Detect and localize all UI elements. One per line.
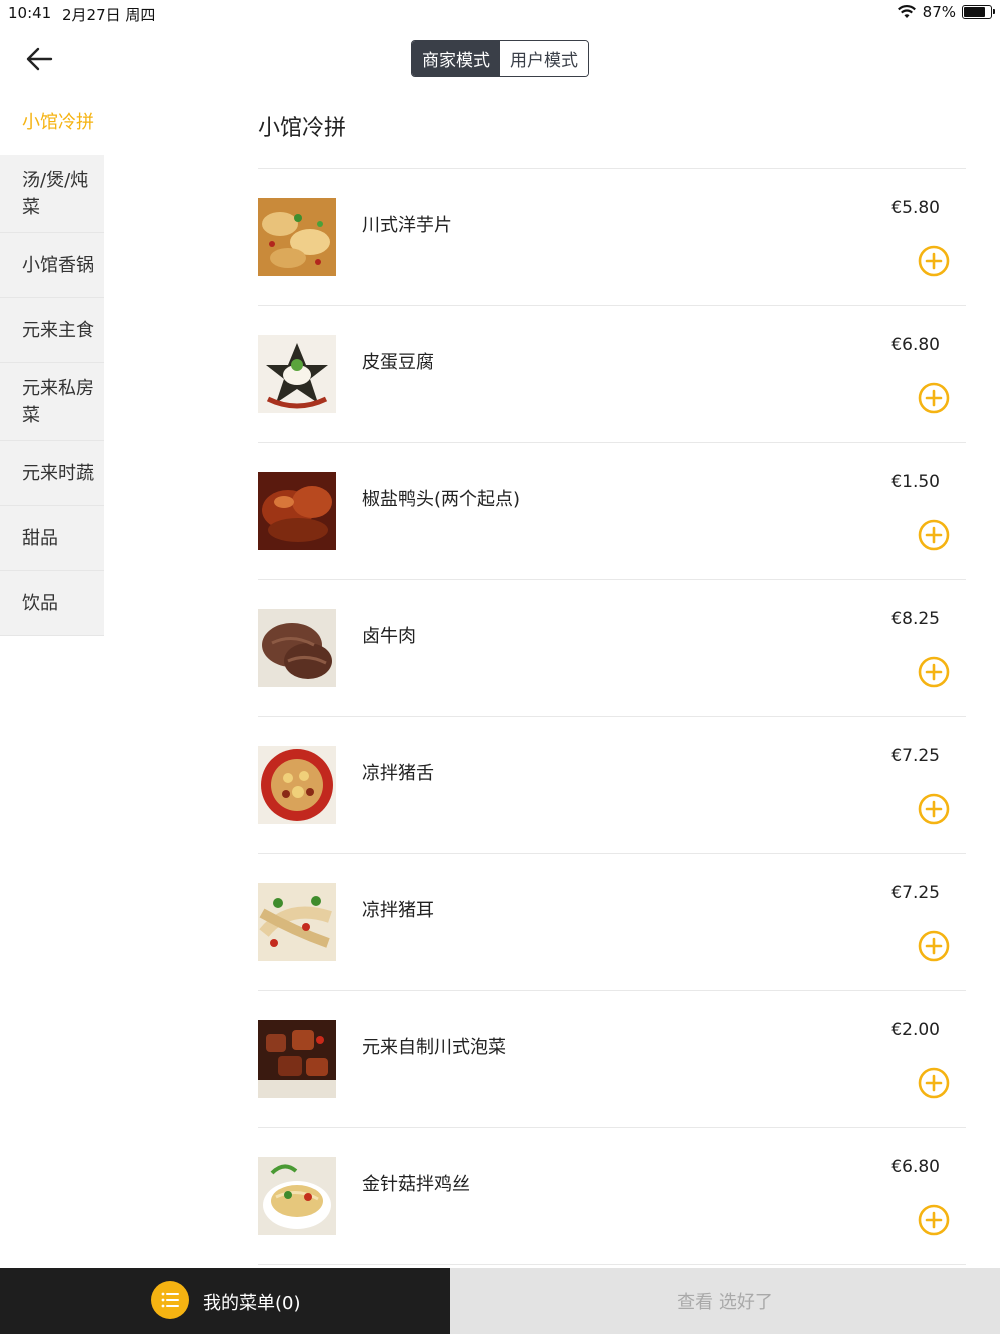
dish-image[interactable] [258, 1020, 336, 1098]
dish-row: 川式洋芋片 €5.80 [258, 169, 966, 306]
dish-name: 皮蛋豆腐 [362, 352, 434, 373]
sidebar-item-label: 小馆冷拼 [22, 112, 94, 133]
sidebar-item-label: 元来主食 [22, 319, 94, 341]
dish-name: 元来自制川式泡菜 [362, 1037, 506, 1058]
add-dish-button[interactable] [918, 519, 950, 551]
dish-row: 椒盐鸭头(两个起点) €1.50 [258, 443, 966, 580]
plus-circle-icon [918, 1067, 950, 1099]
battery-percent: 87% [922, 3, 956, 21]
dish-row: 元来自制川式泡菜 €2.00 [258, 991, 966, 1128]
dish-row: 卤牛肉 €8.25 [258, 580, 966, 717]
checkout-button[interactable]: 查看 选好了 [450, 1268, 1000, 1334]
sidebar-item-label: 汤/煲/炖菜 [22, 169, 89, 218]
dish-price: €5.80 [891, 198, 940, 218]
add-dish-button[interactable] [918, 930, 950, 962]
dish-list: 小馆冷拼 川式洋芋片 €5.80 皮蛋豆腐 €6.80 椒盐鸭头(两个起点) €… [258, 90, 966, 1265]
plus-circle-icon [918, 656, 950, 688]
add-dish-button[interactable] [918, 1204, 950, 1236]
section-title: 小馆冷拼 [258, 90, 966, 169]
user-mode-tab[interactable]: 用户模式 [500, 41, 588, 76]
plus-circle-icon [918, 519, 950, 551]
sidebar-item-staple[interactable]: 元来主食 [0, 298, 104, 363]
dish-price: €6.80 [891, 335, 940, 355]
sidebar-item-cold-dishes[interactable]: 小馆冷拼 [0, 90, 104, 155]
dish-image[interactable] [258, 746, 336, 824]
merchant-mode-tab[interactable]: 商家模式 [412, 41, 500, 76]
add-dish-button[interactable] [918, 245, 950, 277]
dish-name: 卤牛肉 [362, 626, 416, 647]
add-dish-button[interactable] [918, 793, 950, 825]
dish-price: €2.00 [891, 1020, 940, 1040]
dish-image[interactable] [258, 883, 336, 961]
my-menu-bar[interactable]: 我的菜单(0) [0, 1268, 450, 1334]
menu-list-icon [151, 1281, 189, 1319]
sidebar-item-drinks[interactable]: 饮品 [0, 571, 104, 636]
dish-image[interactable] [258, 198, 336, 276]
category-sidebar: 小馆冷拼 汤/煲/炖菜 小馆香锅 元来主食 元来私房菜 元来时蔬 甜品 饮品 [0, 90, 104, 636]
dish-row: 凉拌猪舌 €7.25 [258, 717, 966, 854]
dish-price: €6.80 [891, 1157, 940, 1177]
dish-name: 椒盐鸭头(两个起点) [362, 489, 521, 510]
sidebar-item-vegetables[interactable]: 元来时蔬 [0, 441, 104, 506]
plus-circle-icon [918, 930, 950, 962]
dish-price: €8.25 [891, 609, 940, 629]
plus-circle-icon [918, 1204, 950, 1236]
dish-row: 皮蛋豆腐 €6.80 [258, 306, 966, 443]
add-dish-button[interactable] [918, 1067, 950, 1099]
dish-price: €7.25 [891, 883, 940, 903]
dish-name: 凉拌猪耳 [362, 900, 434, 921]
status-bar: 10:41 2月27日 周四 87% [0, 0, 1000, 28]
back-button[interactable] [22, 42, 56, 76]
sidebar-item-soups[interactable]: 汤/煲/炖菜 [0, 155, 104, 233]
status-date: 2月27日 周四 [62, 6, 156, 24]
sidebar-item-label: 饮品 [22, 592, 58, 614]
add-dish-button[interactable] [918, 656, 950, 688]
plus-circle-icon [918, 382, 950, 414]
plus-circle-icon [918, 793, 950, 825]
status-right: 87% [897, 3, 995, 21]
sidebar-item-label: 甜品 [22, 527, 58, 549]
sidebar-item-hotpot[interactable]: 小馆香锅 [0, 233, 104, 298]
battery-fill [964, 7, 985, 17]
sidebar-item-label: 元来私房菜 [22, 377, 94, 426]
dish-price: €7.25 [891, 746, 940, 766]
dish-image[interactable] [258, 335, 336, 413]
dish-image[interactable] [258, 472, 336, 550]
sidebar-item-private-kitchen[interactable]: 元来私房菜 [0, 363, 104, 441]
sidebar-item-label: 小馆香锅 [22, 254, 94, 276]
dish-row: 金针菇拌鸡丝 €6.80 [258, 1128, 966, 1265]
dish-price: €1.50 [891, 472, 940, 492]
dish-image[interactable] [258, 609, 336, 687]
plus-circle-icon [918, 245, 950, 277]
back-arrow-icon [26, 47, 53, 71]
mode-toggle: 商家模式 用户模式 [411, 40, 589, 77]
my-menu-label: 我的菜单(0) [203, 1293, 301, 1314]
sidebar-item-label: 元来时蔬 [22, 462, 94, 484]
sidebar-item-desserts[interactable]: 甜品 [0, 506, 104, 571]
wifi-icon [897, 5, 916, 18]
battery-tip [993, 9, 995, 14]
status-time: 10:41 [8, 4, 52, 22]
dish-name: 金针菇拌鸡丝 [362, 1174, 470, 1195]
battery-icon [962, 5, 995, 19]
dish-image[interactable] [258, 1157, 336, 1235]
add-dish-button[interactable] [918, 382, 950, 414]
dish-name: 凉拌猪舌 [362, 763, 434, 784]
dish-name: 川式洋芋片 [362, 215, 452, 236]
dish-row: 凉拌猪耳 €7.25 [258, 854, 966, 991]
